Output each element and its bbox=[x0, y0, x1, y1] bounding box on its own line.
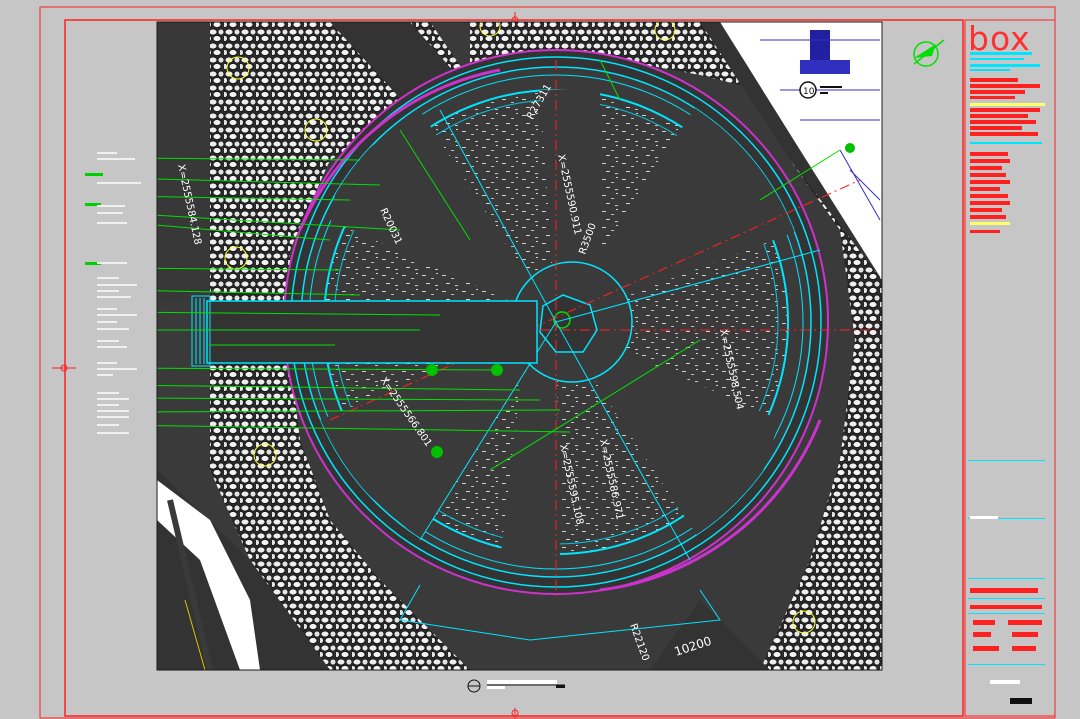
material-legend bbox=[85, 152, 141, 434]
drawing-title bbox=[467, 679, 565, 693]
north-arrow-icon bbox=[913, 39, 945, 67]
title-block-content bbox=[968, 52, 1045, 704]
svg-text:10: 10 bbox=[803, 87, 815, 97]
brand-logo: box bbox=[968, 19, 1031, 58]
title-block-border bbox=[964, 19, 1056, 717]
plan-area: X=2555590.911 X=2555598.504 X=2555586.97… bbox=[157, 22, 882, 670]
cad-drawing-sheet: X=2555590.911 X=2555598.504 X=2555586.97… bbox=[39, 6, 1056, 719]
